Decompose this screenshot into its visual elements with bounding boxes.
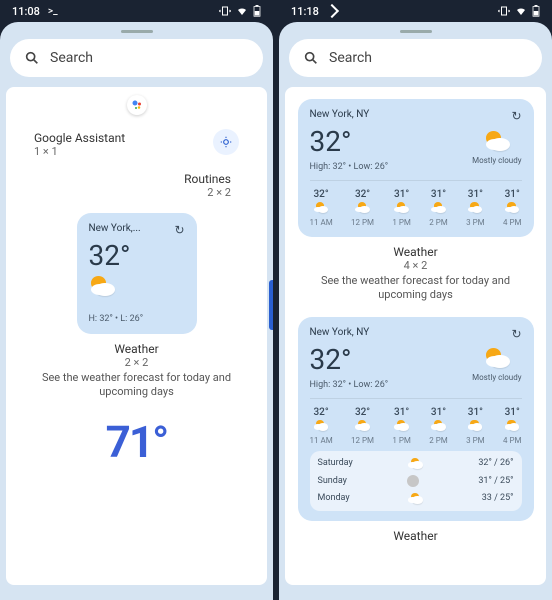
day-row: Sunday31° / 25° xyxy=(318,472,514,490)
weather-widget-desc: See the weather forecast for today and u… xyxy=(293,274,538,303)
weather-widget-4x3[interactable]: New York, NY ↻ 32° High: 32° • Low: 26° … xyxy=(298,317,534,521)
hour-cell: 31°3 PM xyxy=(466,407,485,445)
hour-cell: 31°1 PM xyxy=(392,407,411,445)
vibrate-icon xyxy=(219,5,231,17)
widget-condition: Mostly cloudy xyxy=(472,156,521,165)
partly-cloudy-icon xyxy=(356,420,370,431)
partly-cloudy-icon xyxy=(395,202,409,213)
partly-cloudy-icon xyxy=(484,348,510,368)
partly-cloudy-icon xyxy=(409,493,423,504)
partly-cloudy-icon xyxy=(314,420,328,431)
hour-cell: 32°11 AM xyxy=(310,407,333,445)
search-bar[interactable]: Search xyxy=(289,39,542,77)
weather-widget-title-footer: Weather xyxy=(293,529,538,543)
widget-picker-panel: Search Google Assistant 1 × 1 Routines 2… xyxy=(0,22,273,600)
partly-cloudy-icon xyxy=(468,202,482,213)
partly-cloudy-icon xyxy=(505,202,519,213)
hour-cell: 31°2 PM xyxy=(429,407,448,445)
weather-widget-title: Weather xyxy=(293,245,538,259)
widget-temp: 32° xyxy=(89,239,185,272)
assistant-title: Google Assistant xyxy=(34,131,125,145)
status-bar: 11:08 >_ xyxy=(0,0,273,22)
widget-highlow: H: 32° • L: 26° xyxy=(89,314,185,324)
hour-cell: 31°4 PM xyxy=(503,407,522,445)
partly-cloudy-icon xyxy=(468,420,482,431)
wifi-icon xyxy=(514,5,528,17)
daily-forecast: Saturday32° / 26°Sunday31° / 25°Monday33… xyxy=(310,451,522,511)
widget-highlow: High: 32° • Low: 26° xyxy=(310,162,389,172)
wifi-icon xyxy=(235,5,249,17)
refresh-icon[interactable]: ↻ xyxy=(511,109,521,123)
google-assistant-icon[interactable] xyxy=(127,95,147,115)
search-icon xyxy=(303,50,319,66)
terminal-icon: >_ xyxy=(48,6,58,17)
widget-city: New York, NY xyxy=(310,327,370,338)
vibrate-icon xyxy=(498,5,510,17)
widget-condition: Mostly cloudy xyxy=(472,373,521,382)
partly-cloudy-icon xyxy=(505,420,519,431)
partly-cloudy-icon xyxy=(395,420,409,431)
widget-list: New York, NY ↻ 32° High: 32° • Low: 26° … xyxy=(285,87,546,585)
routines-size: 2 × 2 xyxy=(14,186,231,199)
weather-widget-4x2[interactable]: New York, NY ↻ 32° High: 32° • Low: 26° … xyxy=(298,99,534,237)
search-placeholder: Search xyxy=(50,50,93,66)
battery-icon xyxy=(253,5,261,17)
weather-widget-size: 4 × 2 xyxy=(293,259,538,272)
drag-handle[interactable] xyxy=(121,30,153,33)
bottom-temp: 71° xyxy=(14,416,259,468)
hour-cell: 31°1 PM xyxy=(392,189,411,227)
hour-cell: 32°11 AM xyxy=(310,189,333,227)
drag-handle[interactable] xyxy=(400,30,432,33)
routines-widget-label[interactable]: Routines 2 × 2 xyxy=(14,162,259,205)
battery-icon xyxy=(532,5,540,17)
partly-cloudy-icon xyxy=(89,276,115,296)
weather-widget-title: Weather xyxy=(14,342,259,356)
partly-cloudy-icon xyxy=(356,202,370,213)
clock: 11:08 xyxy=(12,5,40,18)
search-icon xyxy=(24,50,40,66)
widget-highlow: High: 32° • Low: 26° xyxy=(310,380,389,390)
partly-cloudy-icon xyxy=(409,458,423,469)
hour-cell: 31°4 PM xyxy=(503,189,522,227)
clock: 11:18 xyxy=(291,5,319,18)
routines-title: Routines xyxy=(14,172,231,186)
widget-city: New York, NY xyxy=(310,109,370,120)
status-bar: 11:18 xyxy=(279,0,552,22)
search-bar[interactable]: Search xyxy=(10,39,263,77)
search-placeholder: Search xyxy=(329,50,372,66)
assistant-widget-label[interactable]: Google Assistant 1 × 1 xyxy=(34,125,125,158)
day-row: Monday33 / 25° xyxy=(318,490,514,507)
scroll-indicator[interactable] xyxy=(269,280,273,330)
hour-cell: 32°12 PM xyxy=(351,189,374,227)
widget-city: New York,... xyxy=(89,223,141,234)
hour-cell: 31°2 PM xyxy=(429,189,448,227)
partly-cloudy-icon xyxy=(484,131,510,151)
nav-send-icon xyxy=(325,4,339,18)
refresh-icon[interactable]: ↻ xyxy=(511,327,521,341)
phone-right: 11:18 Search New Yor xyxy=(279,0,552,600)
hourly-forecast: 32°11 AM 32°12 PM 31°1 PM 31°2 PM 31°3 PM 31°… xyxy=(310,180,522,227)
widget-temp: 32° xyxy=(310,343,389,376)
hour-cell: 32°12 PM xyxy=(351,407,374,445)
weather-widget-desc: See the weather forecast for today and u… xyxy=(14,371,259,400)
phone-left: 11:08 >_ Search xyxy=(0,0,273,600)
weather-widget-size: 2 × 2 xyxy=(14,356,259,369)
partly-cloudy-icon xyxy=(432,202,446,213)
assistant-size: 1 × 1 xyxy=(34,145,125,158)
widget-temp: 32° xyxy=(310,125,389,158)
hourly-forecast: 32°11 AM 32°12 PM 31°1 PM 31°2 PM 31°3 PM 31°… xyxy=(310,398,522,445)
moon-icon xyxy=(407,475,419,487)
routines-bulb-icon[interactable] xyxy=(213,129,239,155)
widget-list: Google Assistant 1 × 1 Routines 2 × 2 Ne… xyxy=(6,87,267,585)
hour-cell: 31°3 PM xyxy=(466,189,485,227)
partly-cloudy-icon xyxy=(432,420,446,431)
weather-widget-2x2[interactable]: New York,... ↻ 32° H: 32° • L: 26° xyxy=(77,213,197,334)
widget-picker-panel: Search New York, NY ↻ 32° High: 32° • Lo… xyxy=(279,22,552,600)
day-row: Saturday32° / 26° xyxy=(318,455,514,472)
partly-cloudy-icon xyxy=(314,202,328,213)
refresh-icon[interactable]: ↻ xyxy=(174,223,184,237)
